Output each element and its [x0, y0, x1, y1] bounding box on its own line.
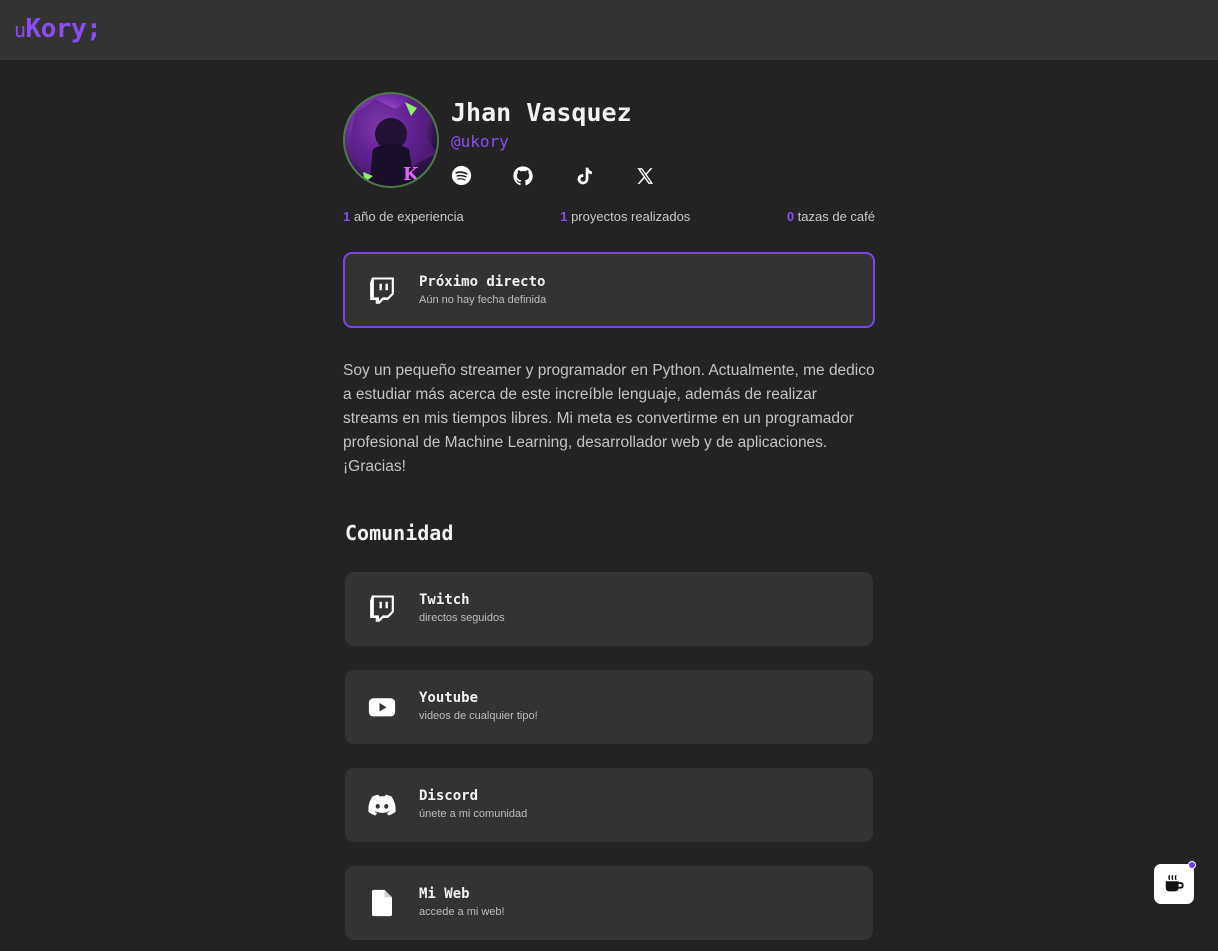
file-icon — [367, 888, 397, 918]
link-subtitle: videos de cualquier tipo! — [419, 710, 538, 722]
notification-dot — [1188, 861, 1196, 869]
github-icon[interactable] — [511, 164, 534, 187]
community-heading: Comunidad — [345, 521, 454, 545]
avatar: K — [343, 92, 439, 188]
x-icon[interactable] — [633, 164, 656, 187]
next-live-card[interactable]: Próximo directo Aún no hay fecha definid… — [343, 252, 875, 328]
profile-handle: @ukory — [451, 132, 509, 151]
social-links — [450, 164, 656, 187]
stat-label: proyectos realizados — [571, 209, 691, 224]
stat-value: 1 — [560, 209, 568, 224]
stat-coffee: 0 tazas de café — [787, 209, 875, 224]
community-link-discord[interactable]: Discord únete a mi comunidad — [345, 768, 873, 842]
community-link-twitch[interactable]: Twitch directos seguidos — [345, 572, 873, 646]
youtube-icon — [367, 692, 397, 722]
coffee-button[interactable] — [1154, 861, 1196, 904]
profile-name: Jhan Vasquez — [451, 98, 632, 127]
avatar-image: K — [349, 97, 437, 186]
twitch-icon — [367, 275, 397, 305]
community-link-youtube[interactable]: Youtube videos de cualquier tipo! — [345, 670, 873, 744]
link-subtitle: únete a mi comunidad — [419, 808, 528, 820]
tiktok-icon[interactable] — [572, 164, 595, 187]
site-logo[interactable]: uKory; — [14, 14, 102, 44]
stat-label: año de experiencia — [353, 209, 464, 224]
link-title: Youtube — [419, 690, 479, 706]
stats-row: 1 año de experiencia 1 proyectos realiza… — [343, 209, 875, 224]
twitch-icon — [367, 593, 397, 623]
coffee-cup-icon — [1165, 875, 1184, 892]
svg-text:K: K — [403, 164, 420, 185]
stat-projects: 1 proyectos realizados — [560, 209, 690, 224]
stat-value: 0 — [786, 209, 795, 224]
link-title: Mi Web — [419, 886, 470, 902]
next-live-title: Próximo directo — [419, 274, 546, 290]
top-navbar: uKory; — [0, 0, 1218, 60]
bio-text: Soy un pequeño streamer y programador en… — [343, 362, 875, 475]
link-title: Discord — [419, 788, 479, 804]
link-subtitle: accede a mi web! — [419, 906, 505, 918]
next-live-subtitle: Aún no hay fecha definida — [419, 294, 547, 306]
link-subtitle: directos seguidos — [419, 612, 505, 624]
stat-experience: 1 año de experiencia — [343, 209, 464, 224]
logo-text: Kory; — [25, 14, 102, 44]
link-title: Twitch — [419, 592, 470, 608]
spotify-icon[interactable] — [450, 164, 473, 187]
community-link-web[interactable]: Mi Web accede a mi web! — [345, 866, 873, 940]
discord-icon — [367, 790, 397, 820]
logo-prefix: u — [14, 18, 26, 42]
stat-value: 1 — [343, 209, 351, 224]
stat-label: tazas de café — [797, 209, 875, 224]
